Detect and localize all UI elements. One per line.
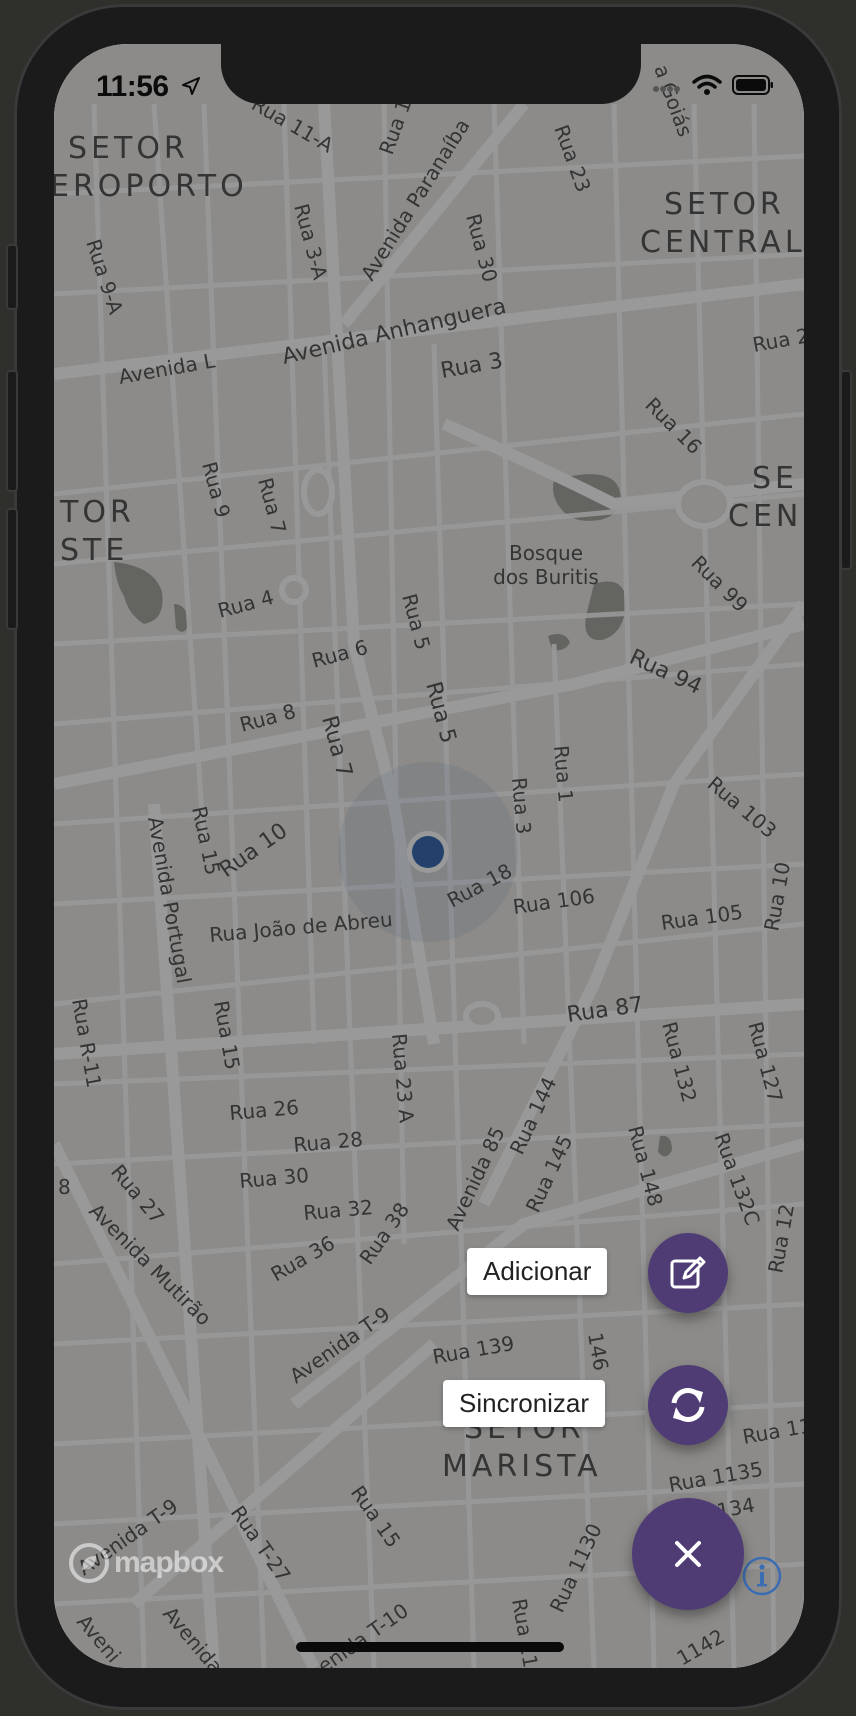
volume-down-button <box>6 508 18 630</box>
close-icon <box>675 1541 701 1567</box>
home-indicator[interactable] <box>296 1642 564 1652</box>
mapbox-logo: mapbox <box>68 1542 224 1584</box>
edit-icon <box>670 1256 706 1289</box>
sync-icon <box>671 1388 705 1422</box>
status-indicators <box>652 74 774 96</box>
battery-icon <box>732 75 773 95</box>
status-time: 11:56 <box>96 70 169 103</box>
mute-switch <box>6 244 18 310</box>
wifi-icon <box>692 74 722 95</box>
volume-up-button <box>6 370 18 492</box>
add-action-label[interactable]: Adicionar <box>467 1248 608 1295</box>
cellular-signal-icon <box>653 86 680 92</box>
sync-action[interactable]: Sincronizar <box>443 1380 606 1427</box>
info-icon[interactable] <box>742 1556 782 1596</box>
location-arrow-icon <box>182 77 200 95</box>
sync-action-label[interactable]: Sincronizar <box>443 1380 606 1427</box>
screen: SETOR EROPORTO SETOR CENTRAL TOR STE SE … <box>54 44 804 1668</box>
mapbox-wordmark: mapbox <box>114 1546 224 1579</box>
mapbox-mark-icon <box>69 1543 109 1583</box>
add-button[interactable] <box>648 1233 728 1313</box>
power-button <box>840 370 852 570</box>
device-notch <box>221 44 641 104</box>
sync-button[interactable] <box>648 1365 728 1445</box>
add-action[interactable]: Adicionar <box>467 1248 608 1295</box>
close-fab-button[interactable] <box>632 1498 744 1610</box>
